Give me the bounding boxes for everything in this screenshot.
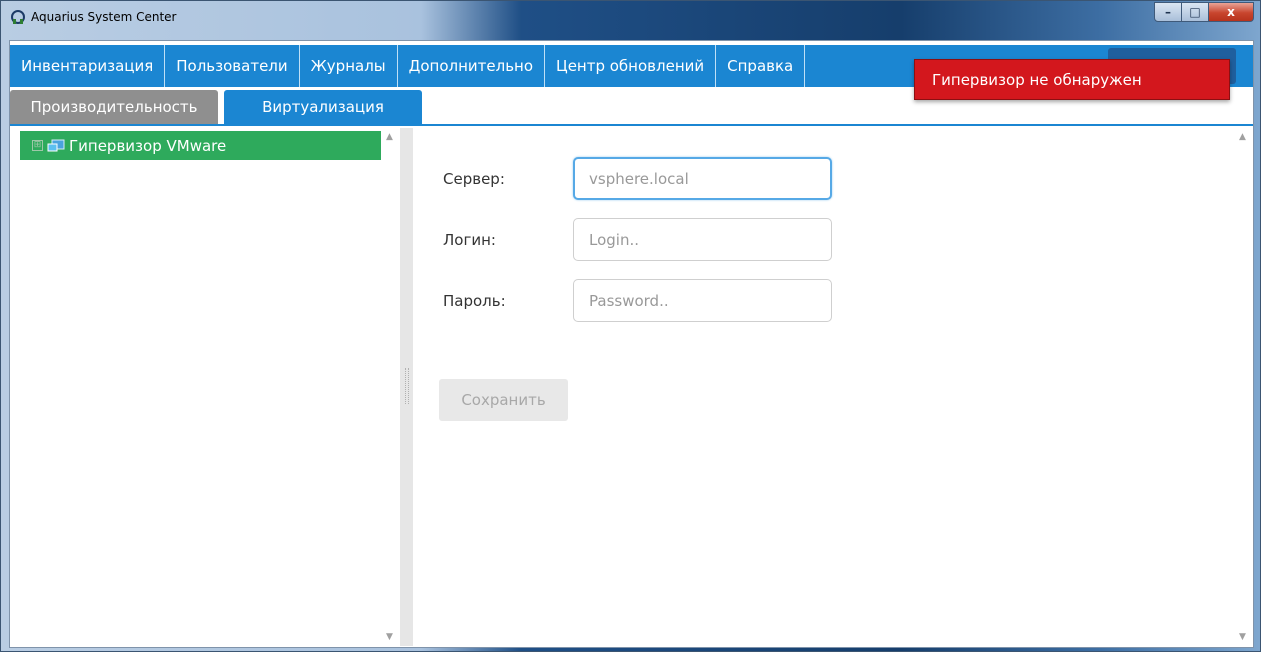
scroll-down-icon[interactable]: ▼ — [1239, 632, 1246, 642]
minimize-icon: – — [1165, 5, 1171, 19]
panel-splitter[interactable] — [400, 128, 413, 646]
app-window: Aquarius System Center – □ x Инвентариза… — [0, 0, 1261, 652]
tree-item-vmware[interactable]: ⊞ Гипервизор VMware — [20, 131, 381, 160]
scroll-down-icon[interactable]: ▼ — [386, 632, 393, 642]
title-bar[interactable]: Aquarius System Center – □ x — [1, 1, 1260, 35]
expand-icon[interactable]: ⊞ — [32, 140, 43, 151]
save-button[interactable]: Сохранить — [439, 379, 568, 421]
error-notification[interactable]: Гипервизор не обнаружен — [914, 59, 1230, 100]
maximize-button[interactable]: □ — [1182, 2, 1209, 22]
menu-item-update-center[interactable]: Центр обновлений — [545, 45, 717, 87]
menu-item-inventory[interactable]: Инвентаризация — [10, 45, 166, 87]
hypervisor-tree: ⊞ Гипервизор VMware — [20, 128, 382, 646]
tree-scrollbar[interactable]: ▲ ▼ — [382, 128, 400, 646]
server-input[interactable]: vsphere.local — [573, 157, 832, 200]
login-input[interactable]: Login.. — [573, 218, 832, 261]
scroll-up-icon[interactable]: ▲ — [1239, 132, 1246, 142]
app-logo-icon — [11, 10, 25, 24]
form-scrollbar[interactable]: ▲ ▼ — [1235, 128, 1253, 646]
tree-item-label: Гипервизор VMware — [69, 136, 227, 155]
menu-item-users[interactable]: Пользователи — [165, 45, 300, 87]
tab-virtualization[interactable]: Виртуализация — [224, 90, 422, 124]
login-label: Логин: — [443, 231, 496, 249]
tab-performance[interactable]: Производительность — [10, 90, 218, 124]
vmware-connection-form: Сервер: vsphere.local Логин: Login.. Пар… — [414, 128, 1234, 646]
splitter-grip-icon[interactable] — [405, 368, 409, 404]
scroll-up-icon[interactable]: ▲ — [386, 132, 393, 142]
menu-item-extra[interactable]: Дополнительно — [398, 45, 546, 87]
menu-item-logs[interactable]: Журналы — [300, 45, 398, 87]
hypervisor-icon — [47, 139, 65, 151]
password-label: Пароль: — [443, 292, 506, 310]
close-icon: x — [1227, 5, 1235, 19]
client-area: Инвентаризация Пользователи Журналы Допо… — [9, 40, 1254, 648]
minimize-button[interactable]: – — [1154, 2, 1182, 22]
window-controls: – □ x — [1154, 2, 1254, 22]
menu-item-help[interactable]: Справка — [716, 45, 806, 87]
window-title: Aquarius System Center — [31, 10, 177, 24]
password-input[interactable]: Password.. — [573, 279, 832, 322]
maximize-icon: □ — [1189, 5, 1201, 19]
server-label: Сервер: — [443, 170, 505, 188]
close-button[interactable]: x — [1209, 2, 1254, 22]
